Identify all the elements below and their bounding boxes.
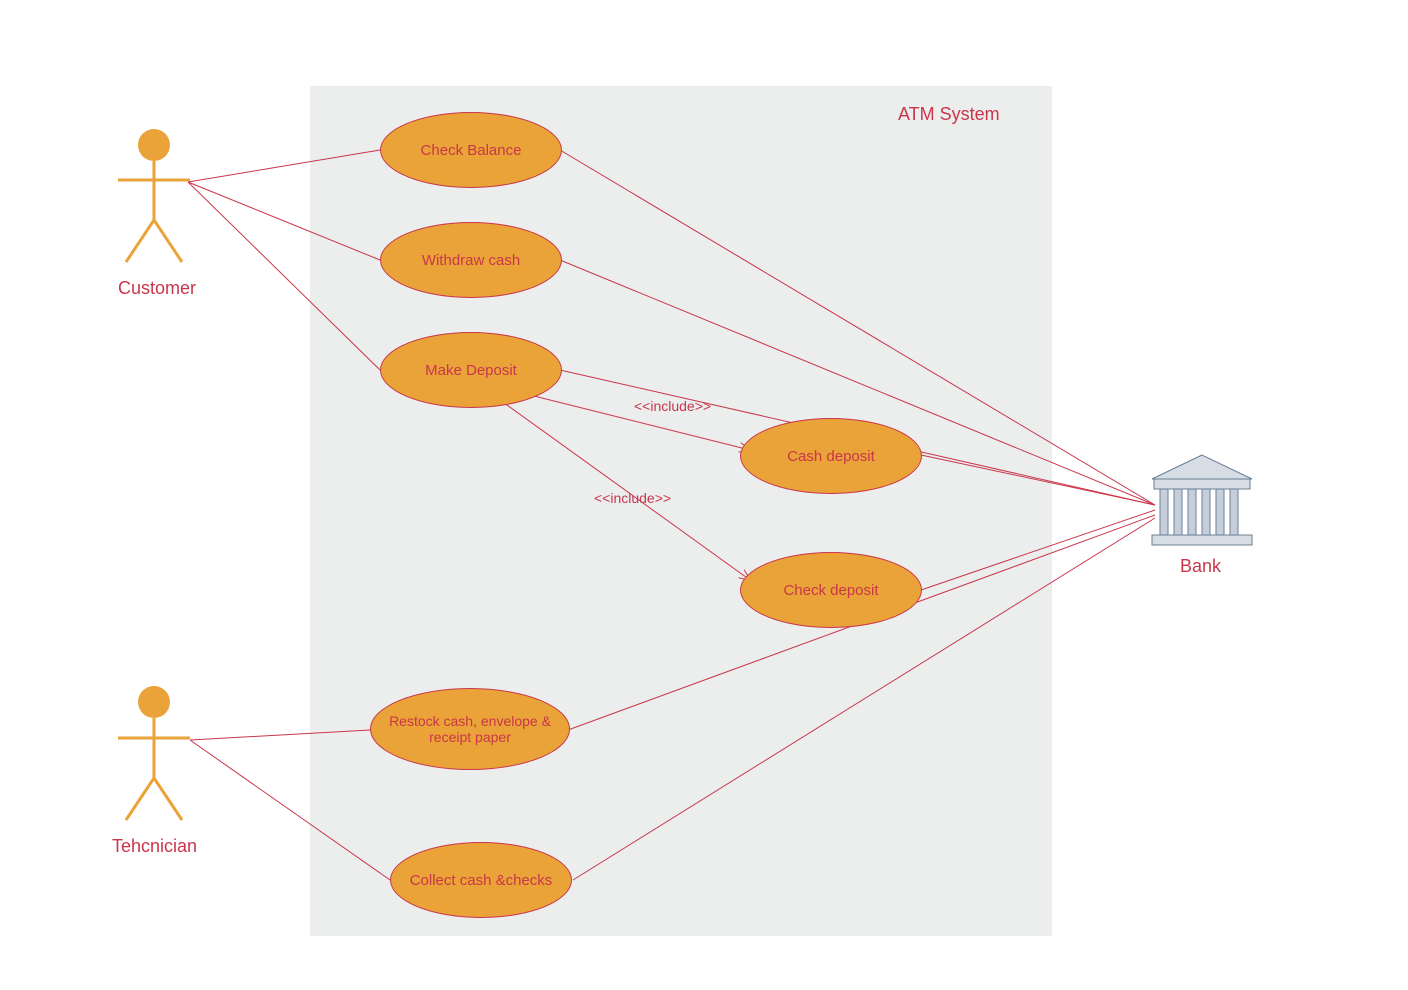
usecase-cash-deposit: Cash deposit — [740, 418, 922, 494]
usecase-withdraw-cash: Withdraw cash — [380, 222, 562, 298]
include-label-1: <<include>> — [634, 398, 711, 414]
usecase-make-deposit: Make Deposit — [380, 332, 562, 408]
bank-label: Bank — [1180, 556, 1221, 577]
bank-actor-icon — [0, 0, 1408, 990]
include-label-2: <<include>> — [594, 490, 671, 506]
usecase-restock: Restock cash, envelope & receipt paper — [370, 688, 570, 770]
usecase-check-deposit: Check deposit — [740, 552, 922, 628]
usecase-check-balance: Check Balance — [380, 112, 562, 188]
usecase-collect: Collect cash &checks — [390, 842, 572, 918]
diagram-canvas: ATM System Customer — [0, 0, 1408, 990]
